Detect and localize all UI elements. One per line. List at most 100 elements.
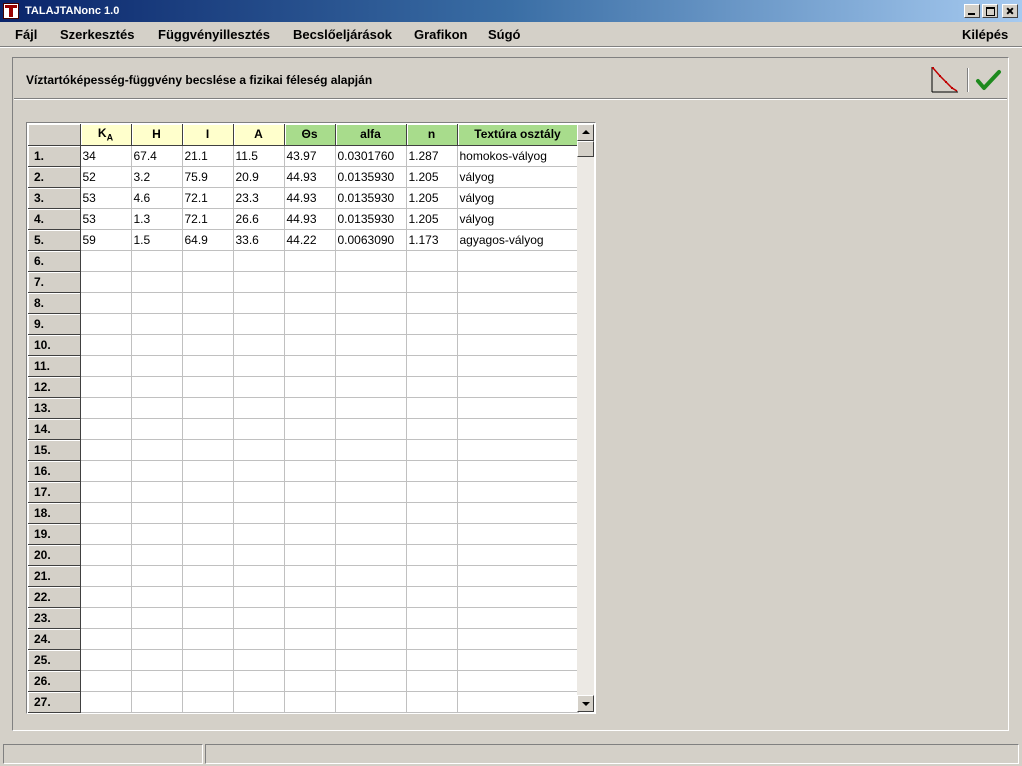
cell-tex[interactable] bbox=[457, 334, 579, 356]
cell-ka[interactable] bbox=[80, 271, 132, 293]
cell-ts[interactable] bbox=[284, 292, 336, 314]
cell-ts[interactable]: 44.93 bbox=[284, 208, 336, 230]
cell-i[interactable] bbox=[182, 586, 234, 608]
cell-ts[interactable] bbox=[284, 691, 336, 713]
cell-n[interactable] bbox=[406, 460, 458, 482]
cell-a[interactable]: 33.6 bbox=[233, 229, 285, 251]
column-header-h[interactable]: H bbox=[131, 124, 183, 146]
cell-ka[interactable] bbox=[80, 586, 132, 608]
row-header[interactable]: 15. bbox=[28, 439, 81, 461]
cell-n[interactable]: 1.173 bbox=[406, 229, 458, 251]
cell-ka[interactable] bbox=[80, 628, 132, 650]
row-header[interactable]: 18. bbox=[28, 502, 81, 524]
cell-tex[interactable] bbox=[457, 397, 579, 419]
cell-h[interactable] bbox=[131, 397, 183, 419]
cell-a[interactable] bbox=[233, 397, 285, 419]
row-header[interactable]: 21. bbox=[28, 565, 81, 587]
cell-tex[interactable] bbox=[457, 271, 579, 293]
cell-ka[interactable] bbox=[80, 439, 132, 461]
cell-h[interactable] bbox=[131, 418, 183, 440]
column-header-tex[interactable]: Textúra osztály bbox=[457, 124, 579, 146]
cell-i[interactable] bbox=[182, 523, 234, 545]
cell-a[interactable] bbox=[233, 544, 285, 566]
cell-tex[interactable] bbox=[457, 460, 579, 482]
column-header-ts[interactable]: Θs bbox=[284, 124, 336, 146]
cell-h[interactable]: 3.2 bbox=[131, 166, 183, 188]
cell-alfa[interactable] bbox=[335, 418, 407, 440]
cell-n[interactable] bbox=[406, 313, 458, 335]
cell-ts[interactable] bbox=[284, 481, 336, 503]
cell-a[interactable] bbox=[233, 271, 285, 293]
column-header-n[interactable]: n bbox=[406, 124, 458, 146]
cell-h[interactable]: 1.3 bbox=[131, 208, 183, 230]
row-header[interactable]: 23. bbox=[28, 607, 81, 629]
cell-alfa[interactable]: 0.0135930 bbox=[335, 166, 407, 188]
cell-a[interactable]: 11.5 bbox=[233, 145, 285, 167]
cell-ka[interactable]: 53 bbox=[80, 187, 132, 209]
cell-ka[interactable] bbox=[80, 460, 132, 482]
cell-i[interactable] bbox=[182, 355, 234, 377]
cell-a[interactable] bbox=[233, 691, 285, 713]
cell-tex[interactable] bbox=[457, 292, 579, 314]
cell-n[interactable] bbox=[406, 292, 458, 314]
cell-n[interactable] bbox=[406, 670, 458, 692]
cell-h[interactable] bbox=[131, 460, 183, 482]
cell-tex[interactable] bbox=[457, 586, 579, 608]
cell-ts[interactable] bbox=[284, 586, 336, 608]
cell-a[interactable] bbox=[233, 481, 285, 503]
scroll-thumb[interactable] bbox=[577, 141, 594, 157]
cell-ts[interactable] bbox=[284, 355, 336, 377]
cell-tex[interactable]: vályog bbox=[457, 187, 579, 209]
cell-ka[interactable] bbox=[80, 313, 132, 335]
cell-n[interactable] bbox=[406, 649, 458, 671]
cell-a[interactable] bbox=[233, 586, 285, 608]
cell-a[interactable] bbox=[233, 460, 285, 482]
cell-ts[interactable] bbox=[284, 250, 336, 272]
cell-n[interactable] bbox=[406, 250, 458, 272]
row-header[interactable]: 26. bbox=[28, 670, 81, 692]
cell-h[interactable] bbox=[131, 502, 183, 524]
row-header[interactable]: 2. bbox=[28, 166, 81, 188]
cell-a[interactable] bbox=[233, 418, 285, 440]
cell-tex[interactable] bbox=[457, 565, 579, 587]
cell-ka[interactable] bbox=[80, 544, 132, 566]
cell-alfa[interactable] bbox=[335, 313, 407, 335]
cell-h[interactable] bbox=[131, 439, 183, 461]
close-icon[interactable] bbox=[1002, 4, 1018, 18]
cell-a[interactable] bbox=[233, 502, 285, 524]
cell-i[interactable] bbox=[182, 397, 234, 419]
cell-i[interactable] bbox=[182, 271, 234, 293]
cell-i[interactable]: 72.1 bbox=[182, 208, 234, 230]
row-header[interactable]: 9. bbox=[28, 313, 81, 335]
cell-alfa[interactable] bbox=[335, 355, 407, 377]
cell-ts[interactable] bbox=[284, 649, 336, 671]
cell-h[interactable] bbox=[131, 250, 183, 272]
cell-ka[interactable]: 59 bbox=[80, 229, 132, 251]
cell-ka[interactable] bbox=[80, 691, 132, 713]
cell-a[interactable] bbox=[233, 439, 285, 461]
cell-h[interactable] bbox=[131, 313, 183, 335]
cell-n[interactable] bbox=[406, 376, 458, 398]
cell-h[interactable] bbox=[131, 481, 183, 503]
cell-i[interactable]: 21.1 bbox=[182, 145, 234, 167]
column-header-ka[interactable]: KA bbox=[80, 124, 132, 146]
cell-ka[interactable] bbox=[80, 334, 132, 356]
column-header-a[interactable]: A bbox=[233, 124, 285, 146]
cell-a[interactable] bbox=[233, 355, 285, 377]
cell-ts[interactable] bbox=[284, 271, 336, 293]
cell-h[interactable] bbox=[131, 376, 183, 398]
cell-tex[interactable] bbox=[457, 649, 579, 671]
cell-alfa[interactable] bbox=[335, 460, 407, 482]
cell-alfa[interactable] bbox=[335, 439, 407, 461]
cell-a[interactable]: 20.9 bbox=[233, 166, 285, 188]
cell-tex[interactable] bbox=[457, 544, 579, 566]
cell-i[interactable]: 72.1 bbox=[182, 187, 234, 209]
cell-h[interactable] bbox=[131, 523, 183, 545]
cell-h[interactable] bbox=[131, 649, 183, 671]
cell-tex[interactable]: vályog bbox=[457, 166, 579, 188]
cell-ka[interactable]: 53 bbox=[80, 208, 132, 230]
cell-a[interactable] bbox=[233, 607, 285, 629]
cell-h[interactable] bbox=[131, 271, 183, 293]
cell-alfa[interactable]: 0.0063090 bbox=[335, 229, 407, 251]
cell-h[interactable] bbox=[131, 292, 183, 314]
